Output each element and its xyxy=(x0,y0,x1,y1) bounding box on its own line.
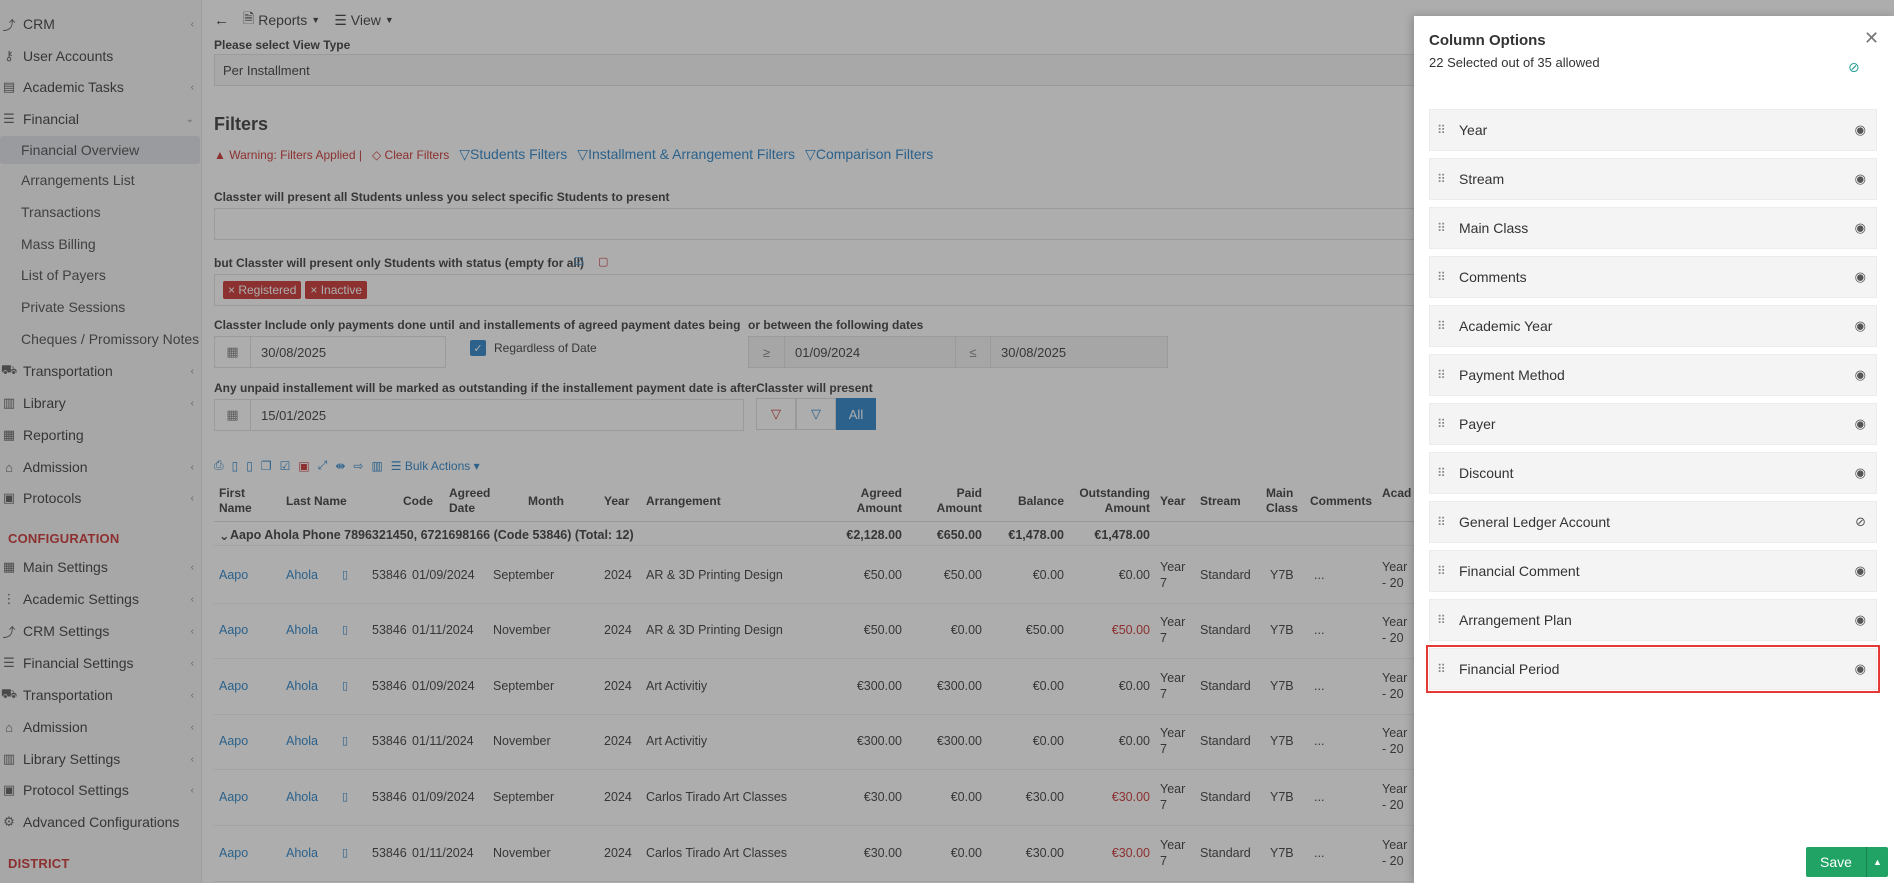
eye-icon[interactable]: ◉ xyxy=(1855,318,1866,334)
column-option-year[interactable]: ⠿ Year ◉ xyxy=(1429,109,1877,151)
drag-handle-icon[interactable]: ⠿ xyxy=(1437,320,1447,332)
column-option-arrangement-plan[interactable]: ⠿ Arrangement Plan ◉ xyxy=(1429,599,1877,641)
caret-up-icon[interactable]: ▲ xyxy=(1865,847,1888,877)
eye-slash-icon[interactable]: ⊘ xyxy=(1848,59,1860,76)
drag-handle-icon[interactable]: ⠿ xyxy=(1437,369,1447,381)
column-option-general-ledger-account[interactable]: ⠿ General Ledger Account ⊘ xyxy=(1429,501,1877,543)
drag-handle-icon[interactable]: ⠿ xyxy=(1437,663,1447,675)
drag-handle-icon[interactable]: ⠿ xyxy=(1437,222,1447,234)
eye-icon[interactable]: ◉ xyxy=(1855,220,1866,236)
eye-icon[interactable]: ◉ xyxy=(1855,661,1866,677)
column-option-academic-year[interactable]: ⠿ Academic Year ◉ xyxy=(1429,305,1877,347)
column-option-label: Stream xyxy=(1459,171,1505,187)
eye-icon[interactable]: ◉ xyxy=(1855,465,1866,481)
column-option-label: Financial Comment xyxy=(1459,563,1580,579)
column-option-label: Discount xyxy=(1459,465,1514,481)
column-option-label: Payment Method xyxy=(1459,367,1565,383)
panel-subtitle: 22 Selected out of 35 allowed xyxy=(1429,55,1600,70)
column-option-label: Comments xyxy=(1459,269,1527,285)
eye-icon[interactable]: ◉ xyxy=(1855,171,1866,187)
close-icon[interactable]: ✕ xyxy=(1864,28,1879,49)
column-option-label: Academic Year xyxy=(1459,318,1553,334)
drag-handle-icon[interactable]: ⠿ xyxy=(1437,418,1447,430)
drag-handle-icon[interactable]: ⠿ xyxy=(1437,467,1447,479)
column-option-label: Year xyxy=(1459,122,1488,138)
column-option-label: Main Class xyxy=(1459,220,1529,236)
drag-handle-icon[interactable]: ⠿ xyxy=(1437,271,1447,283)
drag-handle-icon[interactable]: ⠿ xyxy=(1437,565,1447,577)
column-option-label: Payer xyxy=(1459,416,1496,432)
column-option-label: Arrangement Plan xyxy=(1459,612,1572,628)
save-button[interactable]: Save xyxy=(1806,847,1866,877)
eye-icon[interactable]: ◉ xyxy=(1855,612,1866,628)
eye-icon[interactable]: ◉ xyxy=(1855,563,1866,579)
panel-title: Column Options xyxy=(1429,32,1546,49)
column-option-financial-period[interactable]: ⠿ Financial Period ◉ xyxy=(1426,645,1880,693)
column-option-label: General Ledger Account xyxy=(1459,514,1610,530)
column-option-comments[interactable]: ⠿ Comments ◉ xyxy=(1429,256,1877,298)
column-option-payer[interactable]: ⠿ Payer ◉ xyxy=(1429,403,1877,445)
save-button-group: Save ▲ xyxy=(1806,847,1888,877)
column-options-panel: Column Options 22 Selected out of 35 all… xyxy=(1414,16,1894,883)
eye-icon[interactable]: ◉ xyxy=(1855,416,1866,432)
column-option-financial-comment[interactable]: ⠿ Financial Comment ◉ xyxy=(1429,550,1877,592)
eye-icon[interactable]: ◉ xyxy=(1855,269,1866,285)
eye-slash-icon[interactable]: ⊘ xyxy=(1855,514,1866,530)
column-option-stream[interactable]: ⠿ Stream ◉ xyxy=(1429,158,1877,200)
column-option-payment-method[interactable]: ⠿ Payment Method ◉ xyxy=(1429,354,1877,396)
column-option-discount[interactable]: ⠿ Discount ◉ xyxy=(1429,452,1877,494)
column-option-main-class[interactable]: ⠿ Main Class ◉ xyxy=(1429,207,1877,249)
drag-handle-icon[interactable]: ⠿ xyxy=(1437,173,1447,185)
eye-icon[interactable]: ◉ xyxy=(1855,122,1866,138)
drag-handle-icon[interactable]: ⠿ xyxy=(1437,516,1447,528)
eye-icon[interactable]: ◉ xyxy=(1855,367,1866,383)
drag-handle-icon[interactable]: ⠿ xyxy=(1437,614,1447,626)
column-option-label: Financial Period xyxy=(1459,661,1560,677)
drag-handle-icon[interactable]: ⠿ xyxy=(1437,124,1447,136)
